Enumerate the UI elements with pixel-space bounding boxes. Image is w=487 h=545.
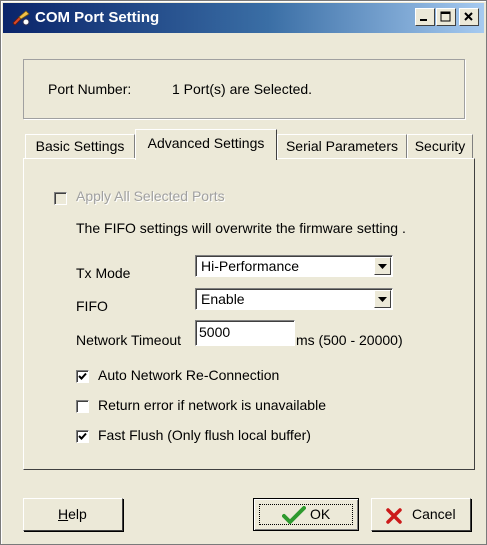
port-settings-icon: [12, 10, 30, 26]
close-button[interactable]: [459, 8, 479, 26]
network-timeout-range: ms (500 - 20000): [296, 332, 403, 348]
help-hotkey: H: [58, 506, 69, 522]
checkmark-icon: [78, 372, 87, 380]
chevron-down-icon: [378, 264, 387, 269]
fifo-label: FIFO: [76, 298, 108, 314]
tab-label: Security: [414, 138, 466, 154]
auto-reconnect-checkbox[interactable]: [76, 370, 89, 383]
maximize-button[interactable]: [436, 8, 456, 26]
tx-mode-label: Tx Mode: [76, 265, 131, 281]
network-timeout-input[interactable]: [199, 322, 287, 342]
com-port-setting-dialog: COM Port Setting Port Number: 1 Port(s) …: [0, 0, 487, 545]
auto-reconnect-label: Auto Network Re-Connection: [98, 367, 280, 383]
help-label-rest: elp: [68, 506, 87, 522]
tab-serial-parameters[interactable]: Serial Parameters: [277, 134, 407, 158]
tab-label: Basic Settings: [35, 138, 125, 154]
port-number-value: 1 Port(s) are Selected.: [172, 81, 313, 97]
fast-flush-label: Fast Flush (Only flush local buffer): [98, 427, 311, 443]
minimize-button[interactable]: [415, 8, 435, 26]
cancel-button[interactable]: Cancel: [371, 498, 471, 531]
network-timeout-input-box[interactable]: [195, 320, 295, 346]
help-label: Help: [58, 506, 87, 522]
apply-all-ports-label: Apply All Selected Ports: [76, 188, 225, 204]
checkmark-icon: [78, 432, 87, 440]
tx-mode-select[interactable]: Hi-Performance: [195, 255, 393, 277]
tab-label: Advanced Settings: [147, 135, 265, 151]
cancel-label: Cancel: [412, 506, 456, 522]
fifo-dropdown-button[interactable]: [374, 290, 391, 308]
tx-mode-dropdown-button[interactable]: [374, 257, 391, 275]
fast-flush-checkbox[interactable]: [76, 430, 89, 443]
fifo-select[interactable]: Enable: [195, 288, 393, 310]
apply-all-ports-checkbox[interactable]: [54, 192, 67, 205]
port-number-label: Port Number:: [48, 81, 132, 97]
tab-basic-settings[interactable]: Basic Settings: [25, 134, 135, 158]
advanced-settings-panel: Apply All Selected Ports The FIFO settin…: [23, 158, 475, 470]
fifo-note: The FIFO settings will overwrite the fir…: [76, 220, 406, 236]
minimize-icon: [420, 19, 427, 21]
ok-label: OK: [310, 506, 331, 522]
close-icon: [464, 12, 473, 21]
tab-advanced-settings[interactable]: Advanced Settings: [135, 129, 277, 160]
fifo-value: Enable: [201, 291, 245, 307]
green-check-icon: [282, 506, 306, 524]
tab-label: Serial Parameters: [285, 138, 399, 154]
return-error-label: Return error if network is unavailable: [98, 397, 326, 413]
chevron-down-icon: [378, 297, 387, 302]
title-bar[interactable]: COM Port Setting: [3, 3, 484, 33]
window-title: COM Port Setting: [35, 9, 160, 26]
focus-rectangle: [259, 504, 353, 525]
help-button[interactable]: Help: [23, 498, 123, 531]
maximize-icon: [440, 11, 451, 22]
ok-button[interactable]: OK: [253, 498, 359, 531]
return-error-checkbox[interactable]: [76, 400, 89, 413]
network-timeout-label: Network Timeout: [76, 332, 182, 348]
tx-mode-value: Hi-Performance: [201, 258, 300, 274]
red-x-icon: [386, 508, 402, 524]
tab-security[interactable]: Security: [407, 134, 473, 158]
